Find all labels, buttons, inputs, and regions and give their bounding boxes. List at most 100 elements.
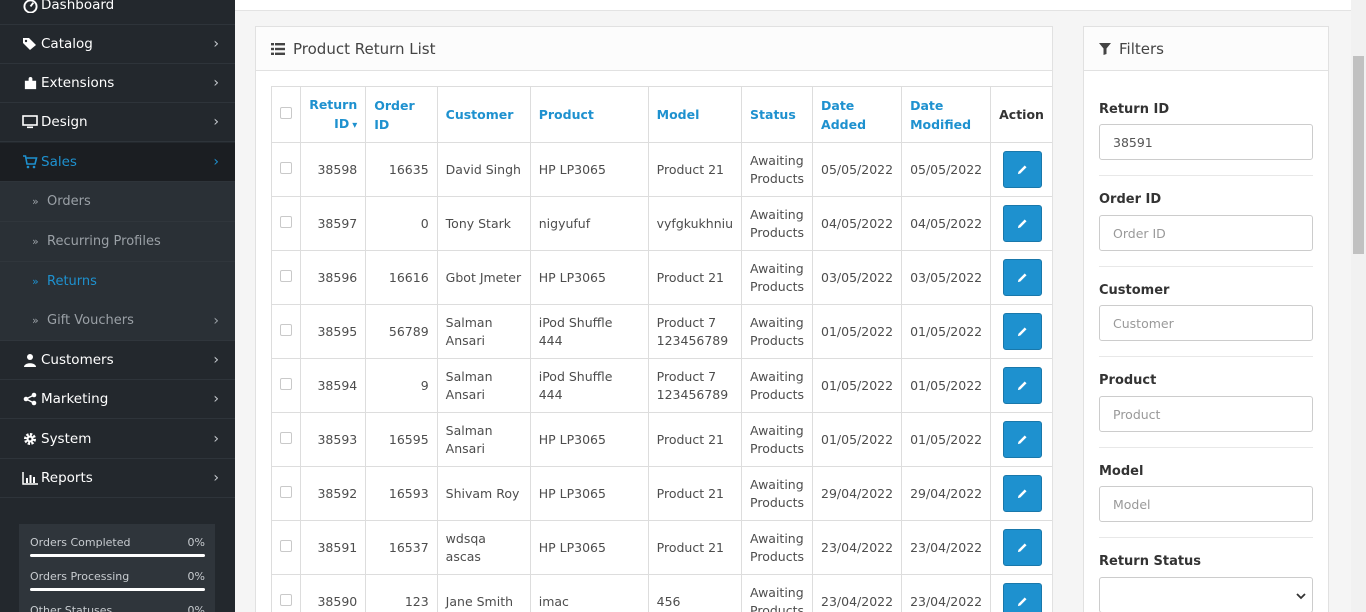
chevron-right-icon: › <box>213 114 219 130</box>
row-checkbox[interactable] <box>280 161 293 174</box>
col-product[interactable]: Product <box>529 86 649 143</box>
col-date-modified[interactable]: Date Modified <box>901 86 992 143</box>
return-status-select[interactable] <box>1099 577 1313 612</box>
row-checkbox[interactable] <box>280 593 293 606</box>
edit-button[interactable] <box>1003 367 1043 404</box>
row-checkbox[interactable] <box>280 431 293 444</box>
cart-icon <box>19 155 41 169</box>
table-row: 38591 16537 wdsqa ascas HP LP3065 Product 21… <box>270 520 1052 575</box>
date-added-cell: 01/05/2022 <box>812 412 903 467</box>
filters-title: Filters <box>1119 39 1164 58</box>
nav-customers[interactable]: Customers › <box>0 341 235 380</box>
edit-button[interactable] <box>1003 529 1043 566</box>
edit-button[interactable] <box>1003 475 1043 512</box>
edit-button[interactable] <box>1003 259 1043 296</box>
return-id-cell: 38595 <box>300 304 367 359</box>
return-list-panel: Product Return List Return ID ▾ Order ID C… <box>255 26 1053 612</box>
divider <box>1099 537 1313 538</box>
edit-button[interactable] <box>1003 151 1043 188</box>
edit-button[interactable] <box>1003 583 1043 612</box>
filters-heading: Filters <box>1084 27 1328 71</box>
edit-button[interactable] <box>1003 205 1043 242</box>
pencil-icon <box>1018 543 1027 553</box>
page-scrollbar[interactable] <box>1351 0 1366 612</box>
select-cell <box>270 412 302 467</box>
pencil-icon <box>1018 381 1027 391</box>
model-input[interactable] <box>1099 486 1313 522</box>
date-added-cell: 03/05/2022 <box>812 250 903 305</box>
gear-icon <box>19 432 41 446</box>
col-return-id[interactable]: Return ID ▾ <box>300 86 367 143</box>
col-status[interactable]: Status <box>741 86 814 143</box>
customer-cell: Salman Ansari <box>436 358 531 413</box>
return-status-label: Return Status <box>1099 554 1202 569</box>
date-modified-cell: 01/05/2022 <box>901 412 992 467</box>
sub-returns[interactable]: » Returns <box>0 262 235 302</box>
divider <box>1099 266 1313 267</box>
return-id-label: Return ID <box>1099 102 1170 117</box>
status-cell: Awaiting Products <box>741 520 814 575</box>
sub-recurring-label: Recurring Profiles <box>47 234 161 249</box>
nav-dashboard[interactable]: Dashboard <box>0 0 235 25</box>
edit-button[interactable] <box>1003 313 1043 350</box>
date-modified-cell: 04/05/2022 <box>901 196 992 251</box>
col-action: Action <box>990 86 1052 143</box>
top-header <box>235 0 1366 11</box>
chevron-down-icon <box>1296 588 1306 603</box>
scrollbar-thumb[interactable] <box>1353 56 1364 254</box>
nav-system[interactable]: System › <box>0 420 235 459</box>
double-chevron-icon: » <box>32 195 39 208</box>
date-modified-cell: 05/05/2022 <box>901 142 992 197</box>
order-id-cell: 16595 <box>365 412 438 467</box>
action-cell <box>990 250 1052 305</box>
sub-gift-vouchers[interactable]: » Gift Vouchers › <box>0 301 235 341</box>
user-icon <box>19 353 41 367</box>
return-id-cell: 38596 <box>300 250 367 305</box>
nav-sales[interactable]: Sales › <box>0 143 235 182</box>
row-checkbox[interactable] <box>280 269 293 282</box>
date-modified-cell: 01/05/2022 <box>901 358 992 413</box>
sub-recurring-profiles[interactable]: » Recurring Profiles <box>0 222 235 262</box>
sub-orders-label: Orders <box>47 194 91 209</box>
edit-button[interactable] <box>1003 421 1043 458</box>
table-row: 38593 16595 Salman Ansari HP LP3065 Product … <box>270 412 1052 467</box>
order-id-input[interactable] <box>1099 215 1313 251</box>
return-id-input[interactable] <box>1099 124 1313 160</box>
customer-input[interactable] <box>1099 305 1313 341</box>
customer-cell: Gbot Jmeter <box>436 250 531 305</box>
nav-design[interactable]: Design › <box>0 103 235 142</box>
nav-reports[interactable]: Reports › <box>0 459 235 498</box>
row-checkbox[interactable] <box>280 539 293 552</box>
model-cell: Product 7 123456789 <box>647 304 743 359</box>
pencil-icon <box>1018 597 1027 607</box>
row-checkbox[interactable] <box>280 485 293 498</box>
nav-marketing[interactable]: Marketing › <box>0 380 235 419</box>
table-row: 38595 56789 Salman Ansari iPod Shuffle 444 P… <box>270 304 1052 359</box>
date-modified-cell: 03/05/2022 <box>901 250 992 305</box>
col-model[interactable]: Model <box>647 86 743 143</box>
nav-catalog[interactable]: Catalog › <box>0 25 235 64</box>
date-added-cell: 23/04/2022 <box>812 574 903 612</box>
nav-marketing-label: Marketing <box>41 391 109 407</box>
row-checkbox[interactable] <box>280 323 293 336</box>
return-id-cell: 38592 <box>300 466 367 521</box>
nav-extensions[interactable]: Extensions › <box>0 64 235 103</box>
product-cell: HP LP3065 <box>529 520 649 575</box>
puzzle-icon <box>19 76 41 91</box>
col-customer[interactable]: Customer <box>436 86 531 143</box>
stat-other-statuses: Other Statuses 0% <box>30 604 205 612</box>
select-all-checkbox[interactable] <box>280 107 293 119</box>
row-checkbox[interactable] <box>280 377 293 390</box>
sub-orders[interactable]: » Orders <box>0 182 235 222</box>
product-input[interactable] <box>1099 396 1313 432</box>
filter-icon <box>1099 42 1111 55</box>
return-id-cell: 38598 <box>300 142 367 197</box>
row-checkbox[interactable] <box>280 215 293 228</box>
panel-heading: Product Return List <box>256 27 1052 71</box>
monitor-icon <box>19 115 41 129</box>
customer-cell: Tony Stark <box>436 196 531 251</box>
col-order-id[interactable]: Order ID <box>365 86 438 143</box>
col-date-added[interactable]: Date Added <box>812 86 903 143</box>
order-id-cell: 16616 <box>365 250 438 305</box>
table-row: 38592 16593 Shivam Roy HP LP3065 Product 21 A… <box>270 466 1052 521</box>
